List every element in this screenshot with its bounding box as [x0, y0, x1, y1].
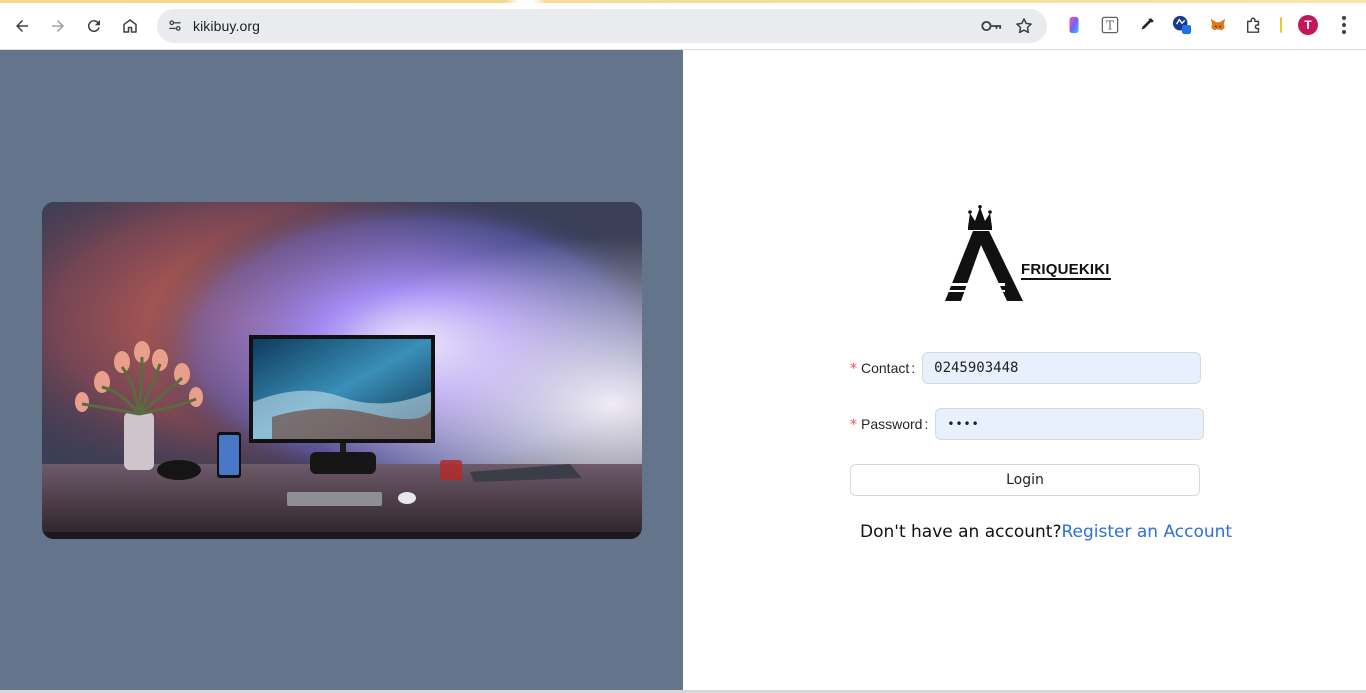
brand-logo: FRIQUEKIKI [943, 205, 1113, 305]
hero-desk-image [42, 202, 642, 539]
tab-strip-edge [0, 0, 1366, 3]
extension-blue-circle-icon[interactable] [1172, 15, 1192, 35]
eyedropper-icon[interactable] [1137, 15, 1157, 35]
extension-gradient-icon[interactable] [1064, 15, 1084, 35]
back-button[interactable] [8, 12, 36, 40]
crown-a-logo-icon [943, 205, 1111, 301]
arrow-left-icon [16, 20, 28, 32]
reload-button[interactable] [80, 12, 108, 40]
contact-input[interactable]: 0245903448 [922, 352, 1202, 384]
browser-menu-icon[interactable] [1334, 14, 1354, 36]
brand-logo-text: FRIQUEKIKI [1021, 261, 1110, 278]
password-row: * Password: •••• [850, 408, 1205, 440]
toolbar-separator [1280, 17, 1282, 33]
browser-toolbar: kikibuy.org T T [0, 0, 1366, 50]
metamask-fox-icon[interactable] [1208, 15, 1228, 35]
extensions-puzzle-icon[interactable] [1244, 15, 1264, 35]
password-input[interactable]: •••• [935, 408, 1205, 440]
home-icon [123, 19, 137, 33]
arrow-right-icon [52, 20, 64, 32]
contact-row: * Contact: 0245903448 [850, 352, 1202, 384]
contact-label: * Contact: [850, 359, 916, 377]
svg-text:T: T [1106, 19, 1114, 33]
register-link[interactable]: Register an Account [1061, 522, 1232, 542]
password-key-icon[interactable] [980, 17, 1002, 35]
profile-avatar[interactable]: T [1298, 15, 1318, 35]
required-mark: * [850, 360, 857, 377]
login-button[interactable]: Login [850, 464, 1200, 496]
address-bar[interactable]: kikibuy.org [157, 9, 1047, 43]
reload-icon [87, 20, 100, 33]
home-button[interactable] [116, 12, 144, 40]
url-text[interactable]: kikibuy.org [193, 18, 260, 34]
required-mark: * [850, 416, 857, 433]
password-label: * Password: [850, 415, 929, 433]
forward-button[interactable] [44, 12, 72, 40]
bookmark-star-icon[interactable] [1014, 16, 1034, 36]
register-prompt: Don't have an account?Register an Accoun… [860, 522, 1233, 542]
login-panel: FRIQUEKIKI * Contact: 0245903448 * Passwor… [683, 50, 1366, 693]
extension-text-icon[interactable]: T [1100, 15, 1120, 35]
left-panel [0, 50, 683, 693]
site-info-icon[interactable] [165, 16, 185, 36]
